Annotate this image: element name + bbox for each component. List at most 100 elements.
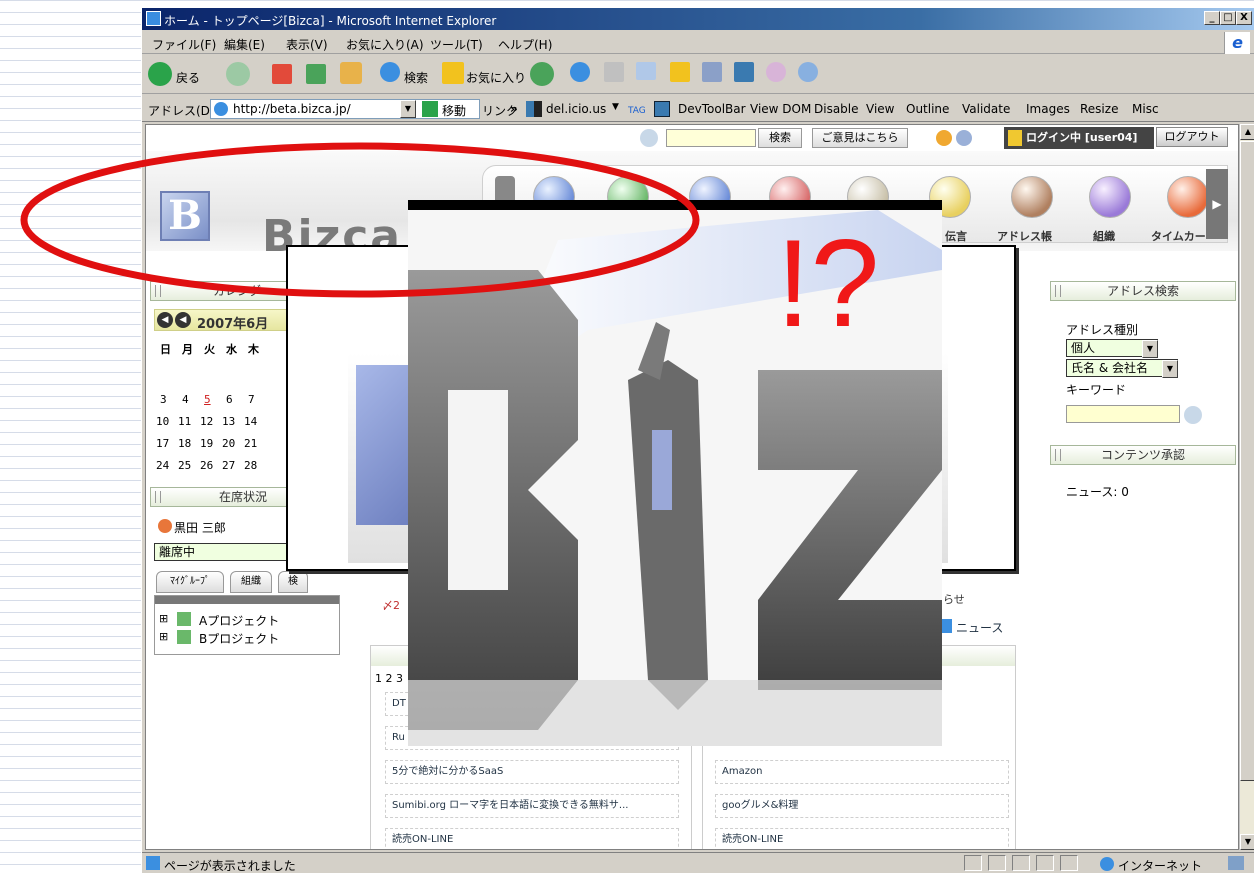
nav-label-address-book[interactable]: アドレス帳 — [997, 228, 1052, 244]
nav-next-button[interactable]: ▶ — [1206, 169, 1228, 239]
back-arrow-icon[interactable] — [148, 62, 172, 86]
calendar-prev-year-icon[interactable]: ◀ — [157, 312, 173, 328]
scroll-down-arrow-icon[interactable]: ▼ — [1240, 834, 1254, 850]
menu-help[interactable]: ヘルプ(H) — [498, 36, 552, 53]
nav-timecard-icon[interactable] — [1167, 176, 1209, 218]
link-item[interactable]: gooグルメ&料理 — [715, 794, 1009, 818]
presence-status-select[interactable]: 離席中 — [154, 543, 294, 561]
page-search-button[interactable]: 検索 — [758, 128, 802, 148]
edit-icon[interactable] — [636, 62, 656, 80]
refresh-icon[interactable] — [306, 64, 326, 84]
calendar-day[interactable]: 7 — [248, 393, 255, 406]
group-item-b[interactable]: Bプロジェクト — [199, 630, 279, 647]
tab-my-group[interactable]: ﾏｲｸﾞﾙｰﾌﾟ — [156, 571, 224, 593]
calendar-day[interactable]: 18 — [178, 437, 191, 450]
resize-grip-icon[interactable] — [1228, 856, 1244, 870]
nav-label-timecard[interactable]: タイムカー — [1151, 228, 1206, 244]
nav-label-organization[interactable]: 組織 — [1093, 228, 1115, 244]
keyword-input[interactable] — [1066, 405, 1180, 423]
expand-icon[interactable]: ⊞ — [159, 630, 168, 643]
scroll-thumb[interactable] — [1240, 141, 1254, 781]
page-search-input[interactable] — [666, 129, 756, 147]
content-approval-news[interactable]: ニュース: 0 — [1066, 483, 1129, 500]
calendar-day[interactable]: 11 — [178, 415, 191, 428]
news-link[interactable]: ニュース — [956, 619, 1003, 636]
link-validate[interactable]: Validate — [962, 102, 1010, 116]
calendar-day[interactable]: 14 — [244, 415, 257, 428]
links-pager[interactable]: 1 2 3 — [375, 672, 403, 685]
delicious-link[interactable]: del.icio.us — [546, 102, 606, 116]
calendar-day[interactable]: 3 — [160, 393, 167, 406]
help-icon[interactable] — [936, 130, 952, 146]
calendar-day[interactable]: 21 — [244, 437, 257, 450]
group-item-a[interactable]: Aプロジェクト — [199, 612, 279, 629]
go-button[interactable]: 移動 — [442, 102, 466, 119]
address-field-dropdown-arrow-icon[interactable]: ▼ — [1162, 360, 1178, 378]
scroll-up-arrow-icon[interactable]: ▲ — [1240, 124, 1254, 140]
favorites-star-icon[interactable] — [442, 62, 464, 84]
calendar-day[interactable]: 13 — [222, 415, 235, 428]
calendar-day-today[interactable]: 5 — [204, 393, 211, 406]
nav-label-message[interactable]: 伝言 — [945, 228, 967, 244]
close-button[interactable]: X — [1236, 11, 1252, 25]
print-icon[interactable] — [604, 62, 624, 82]
address-dropdown-arrow-icon[interactable]: ▼ — [400, 100, 416, 118]
favorites-button-label[interactable]: お気に入り — [466, 69, 526, 86]
calendar-day[interactable]: 19 — [200, 437, 213, 450]
link-item[interactable]: Amazon — [715, 760, 1009, 784]
address-input[interactable]: http://beta.bizca.jp/ — [210, 99, 480, 119]
presence-user-name[interactable]: 黒田 三郎 — [174, 519, 226, 536]
link-item[interactable]: Sumibi.org ローマ字を日本語に変換できる無料サ... — [385, 794, 679, 818]
link-view[interactable]: View — [866, 102, 894, 116]
menu-edit[interactable]: 編集(E) — [224, 36, 265, 53]
drag-grip-icon[interactable] — [1055, 285, 1061, 297]
calendar-day[interactable]: 26 — [200, 459, 213, 472]
tag-button[interactable]: TAG — [628, 106, 646, 116]
calendar-day[interactable]: 4 — [182, 393, 189, 406]
search-button-label[interactable]: 検索 — [404, 69, 428, 86]
home-icon[interactable] — [340, 62, 362, 84]
calendar-day[interactable]: 24 — [156, 459, 169, 472]
history-icon[interactable] — [530, 62, 554, 86]
calendar-day[interactable]: 28 — [244, 459, 257, 472]
calendar-day[interactable]: 27 — [222, 459, 235, 472]
vertical-scrollbar[interactable]: ▲ ▼ — [1239, 124, 1254, 850]
link-resize[interactable]: Resize — [1080, 102, 1118, 116]
mail-icon[interactable] — [570, 62, 590, 82]
link-disable[interactable]: Disable — [814, 102, 859, 116]
forward-arrow-icon[interactable] — [226, 62, 250, 86]
keyword-search-icon[interactable] — [1184, 406, 1202, 424]
link-view-dom[interactable]: View DOM — [750, 102, 811, 116]
stop-icon[interactable] — [272, 64, 292, 84]
calendar-prev-month-icon[interactable]: ◀ — [175, 312, 191, 328]
tab-organization[interactable]: 組織 — [230, 571, 272, 593]
delicious-dropdown-icon[interactable]: ▼ — [612, 102, 619, 112]
calendar-day[interactable]: 20 — [222, 437, 235, 450]
address-type-dropdown-arrow-icon[interactable]: ▼ — [1142, 340, 1158, 358]
info-icon[interactable] — [956, 130, 972, 146]
minimize-button[interactable]: _ — [1204, 11, 1220, 25]
expand-icon[interactable]: ⊞ — [159, 612, 168, 625]
users-icon[interactable] — [798, 62, 818, 82]
calendar-day[interactable]: 17 — [156, 437, 169, 450]
link-images[interactable]: Images — [1026, 102, 1070, 116]
tab-search[interactable]: 検 — [278, 571, 308, 593]
feedback-button[interactable]: ご意見はこちら — [812, 128, 908, 148]
nav-organization-icon[interactable] — [1089, 176, 1131, 218]
back-button-label[interactable]: 戻る — [176, 69, 200, 86]
link-misc[interactable]: Misc — [1132, 102, 1159, 116]
link-devtoolbar[interactable]: DevToolBar — [678, 102, 746, 116]
calendar-day[interactable]: 25 — [178, 459, 191, 472]
drag-grip-icon[interactable] — [155, 491, 161, 503]
folder-icon[interactable] — [670, 62, 690, 82]
search-icon[interactable] — [380, 62, 400, 82]
link-item[interactable]: 5分で絶対に分かるSaaS — [385, 760, 679, 784]
drag-grip-icon[interactable] — [1055, 449, 1061, 461]
maximize-button[interactable]: □ — [1220, 11, 1236, 25]
links-more-chevron[interactable]: » — [510, 102, 518, 116]
calendar-day[interactable]: 12 — [200, 415, 213, 428]
menu-favorites[interactable]: お気に入り(A) — [346, 36, 424, 53]
drag-grip-icon[interactable] — [155, 285, 161, 297]
menu-tools[interactable]: ツール(T) — [430, 36, 483, 53]
menu-file[interactable]: ファイル(F) — [152, 36, 216, 53]
